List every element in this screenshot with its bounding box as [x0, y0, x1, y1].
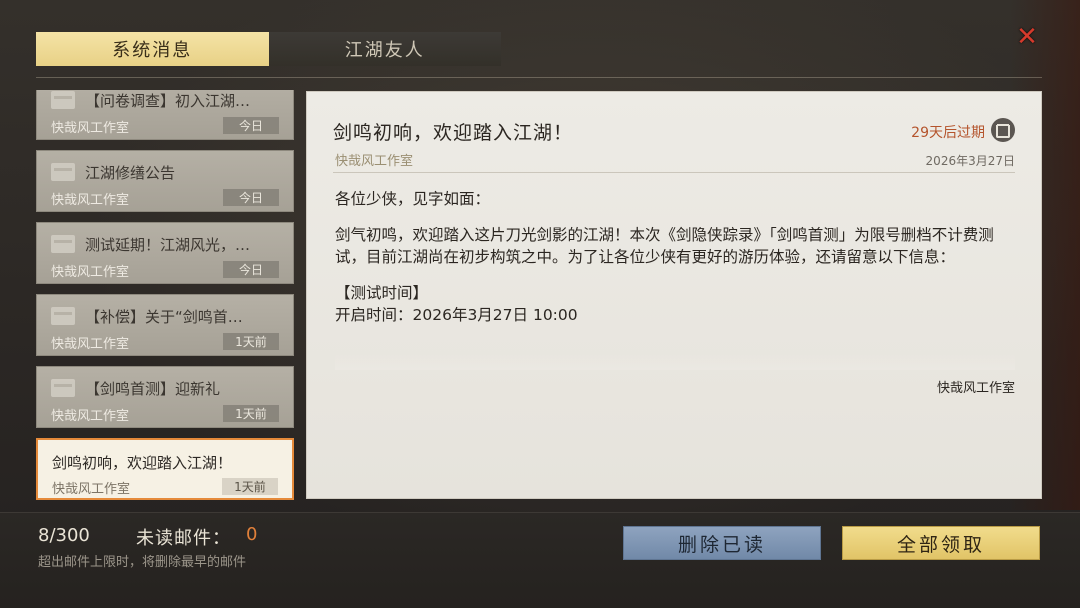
mail-item[interactable]: 【剑鸣首测】迎新礼 快哉风工作室 1天前	[36, 366, 294, 428]
mail-title: 【补偿】关于“剑鸣首…	[85, 308, 243, 326]
scroll-fade	[335, 354, 1015, 370]
mail-time-badge: 今日	[223, 261, 279, 278]
mail-icon	[51, 307, 75, 325]
mail-list[interactable]: 【问卷调查】初入江湖… 快哉风工作室 今日 江湖修缮公告 快哉风工作室 今日 测…	[36, 90, 294, 504]
mail-item[interactable]: 【补偿】关于“剑鸣首… 快哉风工作室 1天前	[36, 294, 294, 356]
body-paragraph: 剑气初鸣，欢迎踏入这片刀光剑影的江湖！本次《剑隐侠踪录》「剑鸣首测」为限号删档不…	[335, 226, 994, 266]
mail-title: 剑鸣初响，欢迎踏入江湖！	[52, 454, 233, 472]
mail-sender: 快哉风工作室	[51, 121, 130, 136]
body-paragraph: 【测试时间】	[335, 284, 429, 302]
mail-sender: 快哉风工作室	[52, 482, 131, 497]
mail-time-badge: 1天前	[222, 478, 278, 495]
expire-label: 29天后过期	[911, 125, 985, 141]
mail-time-badge: 1天前	[223, 333, 279, 350]
unread-label: 未读邮件：	[136, 528, 231, 549]
tab-jianghu-friends[interactable]: 江湖友人	[268, 32, 501, 66]
mail-item-selected[interactable]: 剑鸣初响，欢迎踏入江湖！ 快哉风工作室 1天前	[36, 438, 294, 500]
mail-item[interactable]: 江湖修缮公告 快哉风工作室 今日	[36, 150, 294, 212]
unread-count: 0	[246, 524, 258, 545]
mail-detail-panel: 剑鸣初响，欢迎踏入江湖！ 快哉风工作室 29天后过期 2026年3月27日 各位…	[306, 91, 1042, 499]
mail-title: 江湖修缮公告	[85, 164, 176, 182]
divider	[333, 172, 1015, 173]
tab-bar: 系统消息 江湖友人	[36, 32, 501, 66]
tab-system-messages[interactable]: 系统消息	[36, 32, 269, 66]
mail-title: 【问卷调查】初入江湖…	[85, 92, 251, 110]
delete-read-button[interactable]: 删除已读	[623, 526, 821, 560]
mail-icon	[51, 163, 75, 181]
mail-signature: 快哉风工作室	[936, 381, 1015, 396]
close-icon[interactable]: ✕	[1012, 22, 1042, 52]
body-paragraph: 各位少侠，见字如面：	[335, 190, 491, 208]
trash-icon[interactable]	[991, 118, 1015, 142]
mail-title: 【剑鸣首测】迎新礼	[85, 380, 221, 398]
mail-sender: 快哉风工作室	[51, 193, 130, 208]
mail-sender: 快哉风工作室	[51, 337, 130, 352]
mail-item[interactable]: 【问卷调查】初入江湖… 快哉风工作室 今日	[36, 90, 294, 140]
body-paragraph: 开启时间：2026年3月27日 10:00	[335, 306, 578, 324]
mail-time-badge: 1天前	[223, 405, 279, 422]
claim-all-button[interactable]: 全部领取	[842, 526, 1040, 560]
divider	[36, 77, 1042, 78]
mail-time-badge: 今日	[223, 117, 279, 134]
mail-title: 测试延期！江湖风光，…	[85, 236, 251, 254]
mail-time-badge: 今日	[223, 189, 279, 206]
mail-icon	[51, 235, 75, 253]
mail-icon	[51, 379, 75, 397]
limit-note: 超出邮件上限时，将删除最早的邮件	[38, 555, 247, 570]
mail-item[interactable]: 测试延期！江湖风光，… 快哉风工作室 今日	[36, 222, 294, 284]
mail-icon	[51, 91, 75, 109]
mail-sender: 快哉风工作室	[51, 409, 130, 424]
mail-body[interactable]: 各位少侠，见字如面： 剑气初鸣，欢迎踏入这片刀光剑影的江湖！本次《剑隐侠踪录》「…	[335, 188, 1015, 368]
mail-date: 2026年3月27日	[925, 154, 1015, 168]
mail-count: 8/300	[38, 525, 90, 546]
mail-sender: 快哉风工作室	[51, 265, 130, 280]
mail-detail-sender: 快哉风工作室	[335, 154, 414, 169]
mail-detail-title: 剑鸣初响，欢迎踏入江湖！	[333, 122, 574, 144]
